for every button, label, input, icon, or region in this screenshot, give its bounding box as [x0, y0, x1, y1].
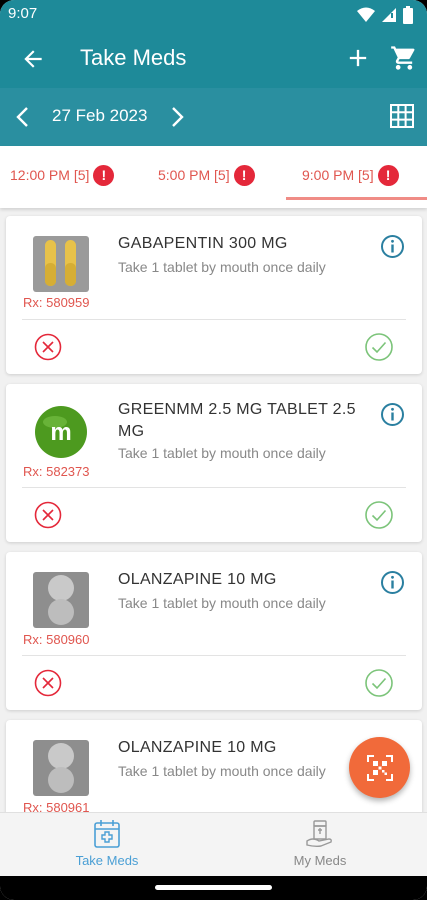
- med-instructions: Take 1 tablet by mouth once daily: [118, 445, 326, 461]
- alert-icon: !: [93, 164, 115, 186]
- take-dose-icon[interactable]: [364, 500, 394, 530]
- tab-12pm[interactable]: 12:00 PM [5] !: [10, 163, 115, 187]
- page-title: Take Meds: [80, 45, 187, 70]
- divider: [22, 655, 406, 656]
- gesture-bar: [0, 876, 427, 900]
- chevron-right-icon[interactable]: [166, 104, 188, 130]
- pill-image: [33, 236, 89, 292]
- med-instructions: Take 1 tablet by mouth once daily: [118, 763, 326, 779]
- info-icon[interactable]: [380, 570, 405, 595]
- tab-label: 5:00 PM [5]: [158, 167, 230, 183]
- med-name: OLANZAPINE 10 MG: [118, 739, 277, 756]
- take-dose-icon[interactable]: [364, 332, 394, 362]
- status-bar: 9:07: [0, 0, 427, 30]
- tab-9pm[interactable]: 9:00 PM [5] !: [302, 163, 399, 187]
- med-name: GABAPENTIN 300 MG: [118, 235, 288, 252]
- cart-icon[interactable]: [390, 44, 418, 72]
- nav-label: My Meds: [293, 853, 347, 868]
- pill-image: [33, 572, 89, 628]
- phone-screen: 9:07 Take Meds 27 Feb 2023 12:00 PM [5] …: [0, 0, 427, 900]
- med-name: GREENMM 2.5 MG TABLET 2.5 MG: [118, 401, 356, 440]
- medicine-bottle-icon: [306, 820, 332, 848]
- qr-scan-icon: [366, 754, 393, 781]
- info-icon[interactable]: [380, 234, 405, 259]
- info-icon[interactable]: [380, 402, 405, 427]
- signal-icon: [382, 8, 396, 22]
- home-indicator[interactable]: [155, 885, 272, 890]
- status-time: 9:07: [8, 5, 38, 22]
- skip-dose-icon[interactable]: [34, 669, 62, 697]
- battery-icon: [403, 6, 413, 24]
- add-icon[interactable]: [344, 44, 372, 72]
- chevron-left-icon[interactable]: [12, 104, 34, 130]
- current-date: 27 Feb 2023: [52, 106, 148, 125]
- nav-take-meds[interactable]: Take Meds: [27, 819, 187, 868]
- med-name: OLANZAPINE 10 MG: [118, 571, 277, 588]
- bottom-nav: Take Meds My Meds: [0, 812, 427, 876]
- status-icons: [357, 5, 413, 25]
- wifi-icon: [357, 7, 375, 22]
- medical-calendar-icon: [94, 820, 120, 848]
- date-bar: 27 Feb 2023: [0, 88, 427, 146]
- rx-number: Rx: 580959: [23, 295, 90, 310]
- active-tab-indicator: [286, 197, 427, 200]
- alert-icon: !: [377, 164, 399, 186]
- med-instructions: Take 1 tablet by mouth once daily: [118, 595, 326, 611]
- take-dose-icon[interactable]: [364, 668, 394, 698]
- nav-my-meds[interactable]: My Meds: [240, 819, 400, 868]
- nav-label: Take Meds: [75, 853, 139, 868]
- tab-5pm[interactable]: 5:00 PM [5] !: [158, 163, 255, 187]
- app-bar: Take Meds: [0, 30, 427, 88]
- back-arrow-icon[interactable]: [20, 46, 46, 72]
- med-card: Rx: 580960 OLANZAPINE 10 MG Take 1 table…: [6, 552, 422, 710]
- tab-label: 9:00 PM [5]: [302, 167, 374, 183]
- med-card: Rx: 580959 GABAPENTIN 300 MG Take 1 tabl…: [6, 216, 422, 374]
- med-card: m Rx: 582373 GREENMM 2.5 MG TABLET 2.5 M…: [6, 384, 422, 542]
- alert-icon: !: [233, 164, 255, 186]
- scan-button[interactable]: [349, 737, 410, 798]
- pill-image: m: [33, 404, 89, 460]
- pill-imprint: m: [50, 419, 71, 446]
- pill-image: [33, 740, 89, 796]
- med-instructions: Take 1 tablet by mouth once daily: [118, 259, 326, 275]
- rx-number: Rx: 580960: [23, 632, 90, 647]
- skip-dose-icon[interactable]: [34, 333, 62, 361]
- rx-number: Rx: 582373: [23, 464, 90, 479]
- calendar-grid-icon[interactable]: [389, 103, 415, 129]
- divider: [22, 319, 406, 320]
- tab-label: 12:00 PM [5]: [10, 167, 90, 183]
- divider: [22, 487, 406, 488]
- skip-dose-icon[interactable]: [34, 501, 62, 529]
